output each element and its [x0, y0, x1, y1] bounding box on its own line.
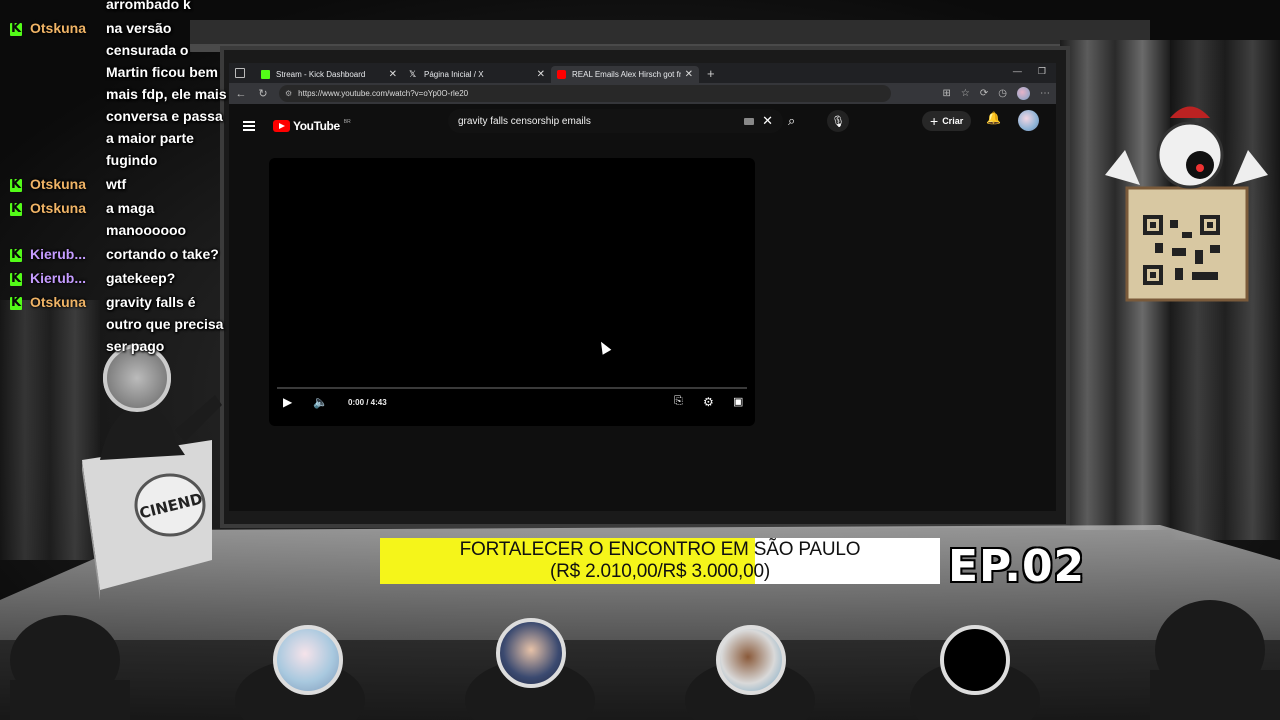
- close-icon[interactable]: ✕: [537, 69, 545, 80]
- chat-message: Otskunana versão censurada o Martin fico…: [0, 16, 228, 172]
- chat-message: Otskunaa maga manoooooo: [0, 196, 228, 242]
- microphone-icon[interactable]: 🎙: [827, 110, 849, 132]
- chat-message: Otskunawtf: [0, 172, 228, 196]
- bookmark-star-icon[interactable]: ☆: [961, 88, 970, 99]
- chat-text: cortando o take?: [106, 246, 219, 262]
- chat-username[interactable]: Kierub...: [30, 267, 106, 289]
- chat-message: Kierub...gatekeep?: [0, 266, 228, 290]
- participant-avatar: [716, 625, 786, 695]
- tab-actions-icon[interactable]: [235, 68, 245, 78]
- youtube-icon: [557, 70, 566, 79]
- search-icon[interactable]: ⌕: [788, 113, 795, 129]
- donation-goal-banner: FORTALECER O ENCONTRO EM SÃO PAULO (R$ 2…: [380, 538, 940, 584]
- participant-avatar: [273, 625, 343, 695]
- more-menu-icon[interactable]: ⋯: [1040, 88, 1050, 99]
- history-icon[interactable]: ◷: [998, 88, 1007, 99]
- search-query: gravity falls censorship emails: [458, 115, 591, 127]
- tab-youtube-video[interactable]: REAL Emails Alex Hirsch got from ✕: [551, 66, 699, 83]
- tab-x-home[interactable]: 𝕏 Página Inicial / X ✕: [403, 66, 551, 83]
- tab-label: Página Inicial / X: [424, 70, 484, 79]
- extensions-icon[interactable]: ⟳: [980, 88, 988, 99]
- episode-label: EP.02: [948, 541, 1086, 592]
- close-icon[interactable]: ✕: [389, 69, 397, 80]
- chat-message: Otskunagravity falls é outro que precisa…: [0, 290, 228, 358]
- browser-window: Stream - Kick Dashboard ✕ 𝕏 Página Inici…: [229, 63, 1056, 511]
- goal-title: FORTALECER O ENCONTRO EM SÃO PAULO: [459, 539, 861, 560]
- search-input[interactable]: gravity falls censorship emails ✕: [448, 109, 783, 133]
- chat-username[interactable]: Otskuna: [30, 197, 106, 219]
- youtube-logo[interactable]: YouTube BR: [273, 119, 351, 133]
- chat-message: Kierub...cortando o take?: [0, 242, 228, 266]
- chat-text: gravity falls é outro que precisa ser pa…: [106, 294, 224, 354]
- video-player[interactable]: ▶ 🔈 0:00 / 4:43 ⎘ ⚙ ▣: [269, 158, 755, 426]
- volume-icon[interactable]: 🔈: [313, 395, 328, 409]
- x-icon: 𝕏: [409, 69, 417, 79]
- youtube-play-icon: [273, 120, 290, 132]
- new-tab-icon[interactable]: +: [707, 66, 715, 81]
- kick-badge-icon: [10, 177, 22, 192]
- miniplayer-icon[interactable]: ▣: [733, 395, 743, 408]
- notifications-bell-icon[interactable]: 🔔: [986, 111, 1001, 125]
- clear-search-icon[interactable]: ✕: [762, 113, 773, 129]
- keyboard-icon[interactable]: [744, 117, 755, 125]
- participant-avatar: [496, 618, 566, 688]
- plus-icon: +: [930, 113, 939, 129]
- mouse-cursor-icon: [596, 339, 612, 355]
- participant-avatar-empty: [940, 625, 1010, 695]
- account-avatar[interactable]: [1018, 110, 1039, 131]
- apps-icon[interactable]: ⊞: [943, 88, 951, 99]
- reload-icon[interactable]: ↻: [257, 87, 269, 100]
- tab-label: REAL Emails Alex Hirsch got from: [572, 70, 681, 79]
- chat-username[interactable]: Otskuna: [30, 17, 106, 39]
- tab-bar: Stream - Kick Dashboard ✕ 𝕏 Página Inici…: [229, 63, 1056, 83]
- kick-badge-icon: [10, 295, 22, 310]
- settings-gear-icon[interactable]: ⚙: [703, 395, 714, 409]
- create-button[interactable]: + Criar: [922, 111, 972, 131]
- restore-icon[interactable]: ❐: [1038, 66, 1046, 77]
- youtube-header: YouTube BR gravity falls censorship emai…: [229, 104, 1056, 148]
- window-controls: — ❐: [1013, 66, 1046, 77]
- chat-text: wtf: [106, 176, 127, 192]
- chat-text: arrombado k: [106, 0, 191, 12]
- create-label: Criar: [942, 116, 964, 126]
- chat-message: arrombado k: [0, 0, 228, 16]
- site-info-icon[interactable]: ⚙: [285, 89, 292, 98]
- kick-icon: [261, 70, 270, 79]
- region-code: BR: [343, 119, 351, 125]
- chat-username[interactable]: Otskuna: [30, 291, 106, 313]
- kick-badge-icon: [10, 271, 22, 286]
- url-field[interactable]: ⚙ https://www.youtube.com/watch?v=oYp0O-…: [279, 85, 891, 102]
- chat-text: a maga manoooooo: [106, 200, 187, 238]
- close-icon[interactable]: ✕: [685, 69, 693, 80]
- minimize-icon[interactable]: —: [1013, 66, 1022, 77]
- back-icon[interactable]: ←: [235, 88, 247, 100]
- address-bar: ← ↻ ⚙ https://www.youtube.com/watch?v=oY…: [229, 83, 1056, 104]
- subtitles-icon[interactable]: ⎘: [674, 395, 683, 408]
- kick-badge-icon: [10, 201, 22, 216]
- chat-text: na versão censurada o Martin ficou bem m…: [106, 20, 227, 168]
- chat-overlay: arrombado kOtskunana versão censurada o …: [0, 0, 228, 358]
- goal-amount: (R$ 2.010,00/R$ 3.000,00): [550, 561, 770, 582]
- kick-badge-icon: [10, 247, 22, 262]
- tab-label: Stream - Kick Dashboard: [276, 70, 366, 79]
- play-icon[interactable]: ▶: [283, 395, 292, 409]
- profile-avatar[interactable]: [1017, 87, 1030, 100]
- progress-bar[interactable]: [277, 387, 747, 389]
- youtube-wordmark: YouTube: [293, 119, 340, 133]
- chat-username[interactable]: Kierub...: [30, 243, 106, 265]
- chat-username[interactable]: Otskuna: [30, 173, 106, 195]
- chat-text: gatekeep?: [106, 270, 176, 286]
- url-text: https://www.youtube.com/watch?v=oYp0O-rl…: [298, 89, 469, 98]
- menu-icon[interactable]: [243, 121, 255, 131]
- time-display: 0:00 / 4:43: [348, 398, 387, 407]
- tab-kick-dashboard[interactable]: Stream - Kick Dashboard ✕: [255, 66, 403, 83]
- kick-badge-icon: [10, 21, 22, 36]
- browser-toolbar: ⊞ ☆ ⟳ ◷ ⋯: [943, 87, 1050, 100]
